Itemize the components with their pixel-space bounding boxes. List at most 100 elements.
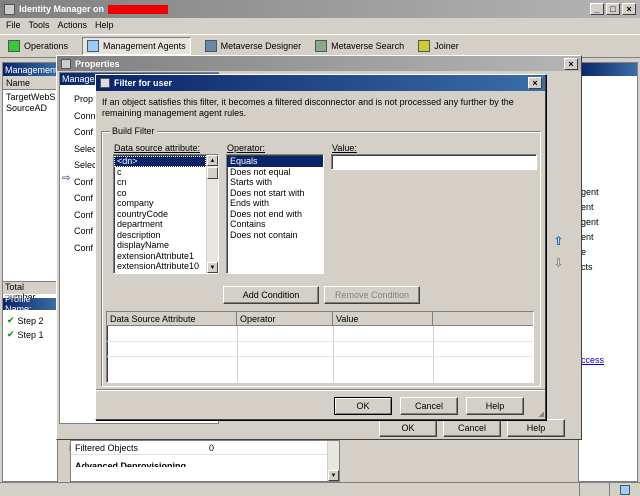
minimize-button[interactable]: _ bbox=[590, 3, 604, 15]
nav-item-2[interactable]: Conn bbox=[74, 108, 97, 125]
main-title-bar: Identity Manager on bbox=[0, 0, 640, 18]
properties-title-bar: Properties bbox=[57, 56, 581, 71]
nav-item-1[interactable]: Prop bbox=[74, 91, 97, 108]
attribute-list-item[interactable]: displayName bbox=[114, 240, 206, 251]
move-up-button[interactable]: ⇧ bbox=[550, 232, 567, 249]
filter-title-bar: Filter for user bbox=[96, 75, 545, 91]
toolbar-operations-label: Operations bbox=[24, 41, 69, 51]
data-source-attribute-list[interactable]: <dn> c cn co company countryCode department des… bbox=[113, 154, 219, 274]
operator-list-item[interactable]: Does not start with bbox=[227, 188, 323, 199]
menu-tools[interactable]: Tools bbox=[29, 20, 50, 30]
toolbar-joiner-label: Joiner bbox=[434, 41, 459, 51]
attribute-list-item[interactable]: countryCode bbox=[114, 209, 206, 220]
attribute-list-item[interactable]: cn bbox=[114, 177, 206, 188]
operator-list-item[interactable]: Contains bbox=[227, 219, 323, 230]
properties-help-button[interactable]: Help bbox=[507, 419, 565, 437]
total-number-label: Total number bbox=[3, 281, 57, 302]
toolbar-management-agents[interactable]: Management Agents bbox=[82, 37, 191, 55]
filter-description: If an object satisfies this filter, it b… bbox=[102, 97, 514, 118]
filtered-objects-value: 0 bbox=[209, 442, 215, 453]
nav-item-4[interactable]: Selec bbox=[74, 141, 97, 158]
attribute-list-item[interactable]: department bbox=[114, 219, 206, 230]
menu-file[interactable]: File bbox=[6, 20, 21, 30]
step-1-item[interactable]: ✔ Step 1 bbox=[7, 329, 44, 340]
attribute-list-item[interactable]: company bbox=[114, 198, 206, 209]
toolbar-joiner[interactable]: Joiner bbox=[418, 40, 459, 52]
right-item-2: ent bbox=[581, 202, 594, 212]
operator-list-item[interactable]: Ends with bbox=[227, 198, 323, 209]
status-icon bbox=[620, 484, 630, 495]
right-item-6: cts bbox=[581, 262, 593, 272]
value-label: Value: bbox=[332, 143, 357, 153]
operator-list-item[interactable]: Does not equal bbox=[227, 167, 323, 178]
ma-row-targetweb[interactable]: TargetWebS bbox=[3, 92, 57, 103]
filter-help-button[interactable]: Help bbox=[466, 397, 524, 415]
operator-list-item[interactable]: Starts with bbox=[227, 177, 323, 188]
grid-header-attribute[interactable]: Data Source Attribute bbox=[107, 312, 237, 326]
app-title: Identity Manager on bbox=[19, 4, 105, 14]
scroll-down-arrow[interactable]: ▼ bbox=[328, 470, 339, 481]
conditions-grid[interactable]: Data Source Attribute Operator Value bbox=[106, 311, 534, 383]
menu-help[interactable]: Help bbox=[95, 20, 114, 30]
move-down-button[interactable]: ⇩ bbox=[550, 254, 567, 271]
nav-item-3[interactable]: Conf bbox=[74, 124, 97, 141]
attr-scroll-down-arrow[interactable]: ▼ bbox=[207, 262, 218, 273]
toolbar-management-agents-label: Management Agents bbox=[103, 41, 186, 51]
advanced-deprovisioning-label: Advanced Deprovisioning bbox=[75, 461, 187, 467]
properties-title: Properties bbox=[75, 58, 120, 69]
attribute-list-item[interactable]: extensionAttribute11 bbox=[114, 272, 206, 274]
close-button[interactable]: × bbox=[622, 3, 636, 15]
filter-ok-button[interactable]: OK bbox=[334, 397, 392, 415]
attr-scroll-thumb[interactable] bbox=[207, 167, 218, 179]
maximize-button[interactable]: □ bbox=[606, 3, 620, 15]
toolbar-metaverse-search[interactable]: Metaverse Search bbox=[315, 40, 404, 52]
operator-list[interactable]: Equals Does not equal Starts with Does not … bbox=[226, 154, 324, 274]
operator-label: Operator: bbox=[227, 143, 266, 153]
toolbar-metaverse-designer[interactable]: Metaverse Designer bbox=[204, 40, 302, 52]
step-1-label: Step 1 bbox=[17, 329, 44, 340]
filter-close-button[interactable]: × bbox=[528, 77, 542, 89]
remove-condition-button[interactable]: Remove Condition bbox=[324, 286, 420, 304]
grid-header-operator[interactable]: Operator bbox=[237, 312, 333, 326]
status-link[interactable]: ccess bbox=[581, 355, 604, 365]
operator-list-item[interactable]: Does not contain bbox=[227, 230, 323, 241]
nav-item-10[interactable]: Conf bbox=[74, 240, 97, 257]
value-input[interactable] bbox=[331, 154, 537, 170]
menu-actions[interactable]: Actions bbox=[58, 20, 88, 30]
toolbar-metaverse-designer-label: Metaverse Designer bbox=[220, 41, 302, 51]
attribute-list-item[interactable]: extensionAttribute1 bbox=[114, 251, 206, 262]
left-panel-header: Management bbox=[5, 64, 58, 75]
ma-row-sourcead[interactable]: SourceAD bbox=[3, 103, 57, 114]
resize-grip-icon[interactable]: ◢ bbox=[539, 410, 544, 418]
nav-item-5[interactable]: Selec bbox=[74, 157, 97, 174]
nav-item-8[interactable]: Conf bbox=[74, 207, 97, 224]
nav-item-9[interactable]: Conf bbox=[74, 223, 97, 240]
properties-cancel-button[interactable]: Cancel bbox=[443, 419, 501, 437]
properties-ok-button[interactable]: OK bbox=[379, 419, 437, 437]
attribute-list-item[interactable]: c bbox=[114, 167, 206, 178]
nav-item-7[interactable]: Conf bbox=[74, 190, 97, 207]
step-2-item[interactable]: ✔ Step 2 bbox=[7, 315, 44, 326]
toolbar-operations[interactable]: Operations bbox=[8, 40, 68, 52]
attribute-list-item[interactable]: co bbox=[114, 188, 206, 199]
add-condition-button[interactable]: Add Condition bbox=[223, 286, 319, 304]
management-agents-icon bbox=[87, 40, 100, 52]
nav-item-6[interactable]: Conf bbox=[74, 174, 97, 191]
toolbar-metaverse-search-label: Metaverse Search bbox=[331, 41, 405, 51]
step-2-label: Step 2 bbox=[17, 315, 44, 326]
operator-list-item[interactable]: Equals bbox=[227, 156, 323, 167]
grid-header-value[interactable]: Value bbox=[333, 312, 433, 326]
attr-scroll-up-arrow[interactable]: ▲ bbox=[207, 155, 218, 166]
attribute-list-item[interactable]: extensionAttribute10 bbox=[114, 261, 206, 272]
attribute-list-item[interactable]: <dn> bbox=[114, 156, 206, 167]
redacted-server-name bbox=[108, 4, 169, 14]
metaverse-search-icon bbox=[315, 40, 328, 52]
properties-close-button[interactable]: × bbox=[564, 58, 578, 70]
profile-name-header: Profile Name: bbox=[3, 294, 57, 314]
filter-cancel-button[interactable]: Cancel bbox=[400, 397, 458, 415]
operator-list-item[interactable]: Does not end with bbox=[227, 209, 323, 220]
joiner-icon bbox=[418, 40, 431, 52]
status-bar bbox=[0, 482, 640, 496]
attribute-list-item[interactable]: description bbox=[114, 230, 206, 241]
name-column-header[interactable]: Name bbox=[3, 76, 57, 90]
